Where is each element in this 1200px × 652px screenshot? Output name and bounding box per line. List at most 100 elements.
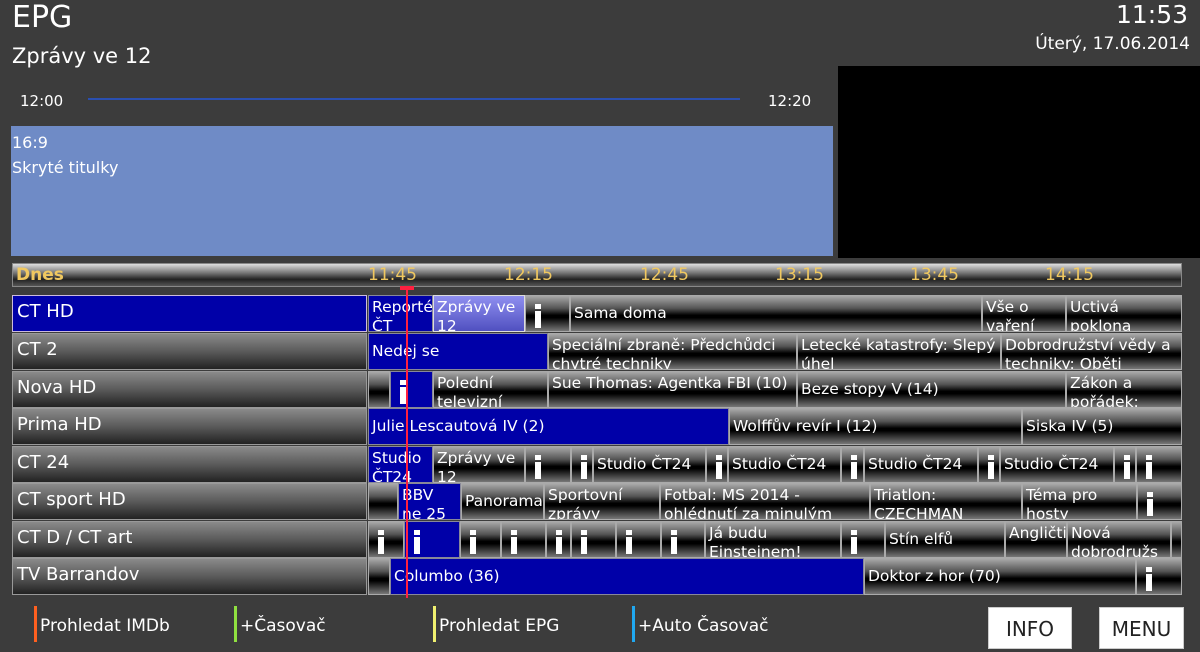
channel-ct-2[interactable]: CT 2 [12, 333, 367, 370]
program-cell[interactable]: Sue Thomas: Agentka FBI (10) [548, 371, 797, 408]
program-cell[interactable]: Vše o vaření [982, 295, 1066, 332]
info-icon [511, 530, 517, 554]
program-cell[interactable]: Zprávy ve 12 [433, 446, 525, 483]
program-title: Zprávy ve 12 [437, 298, 516, 332]
program-title: Studio ČT24 [732, 455, 827, 473]
channel-nova-hd[interactable]: Nova HD [12, 371, 367, 408]
time-tick: 12:45 [640, 265, 689, 285]
date: Úterý, 17.06.2014 [1035, 34, 1190, 54]
channel-ct-hd[interactable]: CT HD [12, 295, 367, 332]
program-title: Reportéři ČT [372, 298, 433, 332]
program-cell[interactable]: Letecké katastrofy: Slepý úhel [797, 333, 1001, 370]
program-cell[interactable]: Studio ČT24 [368, 446, 433, 483]
program-cell[interactable]: Panorama [461, 483, 544, 520]
program-cell[interactable]: Studio ČT24 [1000, 446, 1114, 483]
channel-ct-sport-hd[interactable]: CT sport HD [12, 483, 367, 520]
program-cell[interactable]: Columbo (36) [390, 558, 864, 595]
program-cell[interactable]: Siska IV (5) [1022, 408, 1182, 445]
info-program-cell[interactable] [1137, 483, 1182, 520]
info-program-cell[interactable] [390, 371, 433, 408]
program-cell[interactable]: Wolffův revír I (12) [729, 408, 1022, 445]
program-cell[interactable]: Speciální zbraně: Předchůdci chytré tech… [548, 333, 797, 370]
app-title: EPG [12, 0, 73, 35]
current-program-title: Zprávy ve 12 [12, 44, 152, 68]
program-cell[interactable]: Stín elfů [885, 521, 1005, 558]
program-cell[interactable]: Nová dobrodružs [1067, 521, 1171, 558]
info-program-cell[interactable] [1136, 446, 1182, 483]
info-program-cell[interactable] [1114, 446, 1136, 483]
info-aspect: 16:9 [12, 133, 48, 152]
program-title: Uctivá poklona [1070, 298, 1132, 332]
info-program-cell[interactable] [978, 446, 1000, 483]
color-key-0[interactable]: Prohledat IMDb [34, 606, 170, 642]
info-icon [1147, 492, 1153, 516]
program-cell[interactable]: Beze stopy V (14) [797, 371, 1066, 408]
channel-prima-hd[interactable]: Prima HD [12, 408, 367, 445]
info-program-cell[interactable] [571, 446, 593, 483]
color-key-label: +Časovač [240, 616, 326, 636]
program-cell[interactable] [368, 371, 390, 408]
program-title: Studio ČT24 [372, 449, 422, 483]
info-button[interactable]: INFO [988, 607, 1072, 649]
info-program-cell[interactable] [404, 521, 460, 558]
timeline-bar [12, 263, 1182, 287]
info-program-cell[interactable] [460, 521, 501, 558]
program-title: Letecké katastrofy: Slepý úhel [801, 336, 996, 370]
info-subtitles: Skryté titulky [12, 158, 119, 177]
program-title: Sue Thomas: Agentka FBI (10) [552, 374, 788, 392]
program-cell[interactable]: Já budu Einsteinem! [705, 521, 841, 558]
info-program-cell[interactable] [841, 521, 885, 558]
program-cell[interactable]: Dobrodružství vědy a techniky: Oběti [1001, 333, 1182, 370]
program-cell[interactable]: Téma pro hosty [1022, 483, 1137, 520]
color-key-3[interactable]: +Auto Časovač [632, 606, 769, 642]
channel-ct-24[interactable]: CT 24 [12, 446, 367, 483]
program-cell[interactable]: Zprávy ve 12 [433, 295, 525, 332]
program-cell[interactable]: Sama doma [570, 295, 982, 332]
program-cell[interactable]: Nedej se [368, 333, 548, 370]
channel-tv-barrandov[interactable]: TV Barrandov [12, 558, 367, 595]
program-cell[interactable]: Studio ČT24 [593, 446, 706, 483]
color-key-label: Prohledat IMDb [40, 616, 170, 636]
program-title: Fotbal: MS 2014 - ohlédnutí za minulým [664, 486, 833, 520]
program-cell[interactable] [1171, 521, 1182, 558]
info-program-cell[interactable] [368, 521, 404, 558]
info-program-cell[interactable] [661, 521, 705, 558]
info-program-cell[interactable] [525, 446, 571, 483]
program-title: Columbo (36) [394, 567, 500, 585]
program-cell[interactable]: Triatlon: CZECHMAN [870, 483, 1022, 520]
info-program-cell[interactable] [571, 521, 616, 558]
info-icon [671, 530, 677, 554]
program-title: Studio ČT24 [868, 455, 963, 473]
info-program-cell[interactable] [1136, 558, 1182, 595]
program-cell[interactable]: Reportéři ČT [368, 295, 433, 332]
program-cell[interactable]: Studio ČT24 [728, 446, 841, 483]
video-preview [838, 66, 1200, 258]
color-key-2[interactable]: Prohledat EPG [433, 606, 559, 642]
color-key-1[interactable]: +Časovač [234, 606, 326, 642]
program-cell[interactable]: Studio ČT24 [864, 446, 978, 483]
time-tick: 13:45 [910, 265, 959, 285]
program-title: Sama doma [574, 304, 667, 322]
program-cell[interactable]: Sportovní zprávy [544, 483, 660, 520]
program-cell[interactable]: Julie Lescautová IV (2) [368, 408, 729, 445]
channel-ct-d-ct-art[interactable]: CT D / CT art [12, 521, 367, 558]
program-cell[interactable]: Zákon a pořádek: [1066, 371, 1182, 408]
program-cell[interactable]: Angličtina [1005, 521, 1067, 558]
program-cell[interactable] [368, 483, 398, 520]
info-program-cell[interactable] [501, 521, 546, 558]
info-program-cell[interactable] [546, 521, 571, 558]
program-cell[interactable]: Polední televizní [433, 371, 548, 408]
program-info-panel: 16:9 Skryté titulky [11, 126, 833, 256]
program-cell[interactable]: Fotbal: MS 2014 - ohlédnutí za minulým [660, 483, 870, 520]
info-icon [581, 530, 587, 554]
program-title: Doktor z hor (70) [868, 567, 1001, 585]
info-program-cell[interactable] [616, 521, 661, 558]
info-program-cell[interactable] [525, 295, 570, 332]
program-cell[interactable]: Uctivá poklona [1066, 295, 1182, 332]
info-program-cell[interactable] [841, 446, 864, 483]
info-program-cell[interactable] [706, 446, 728, 483]
program-cell[interactable] [368, 558, 390, 595]
menu-button[interactable]: MENU [1099, 607, 1184, 649]
program-cell[interactable]: Doktor z hor (70) [864, 558, 1136, 595]
program-title: Panorama [465, 492, 543, 510]
